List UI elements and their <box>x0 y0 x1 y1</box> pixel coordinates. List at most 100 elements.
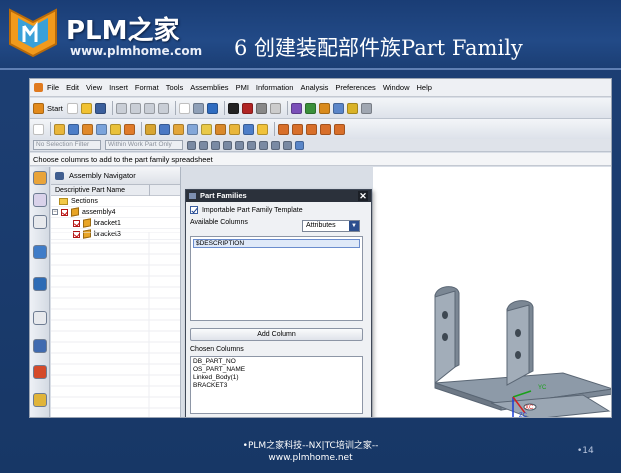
menu-insert[interactable]: Insert <box>109 83 128 92</box>
web-browser-icon[interactable] <box>33 277 47 291</box>
importable-template-checkbox[interactable] <box>190 206 198 215</box>
start-icon[interactable] <box>33 102 44 114</box>
roles-icon[interactable] <box>33 365 47 379</box>
analysis-icon[interactable] <box>304 102 316 114</box>
intersection-point-icon[interactable] <box>235 140 244 150</box>
menu-view[interactable]: View <box>86 83 102 92</box>
assembly-scope-select[interactable]: Within Work Part Only <box>105 140 183 150</box>
tree-item-bracket1[interactable]: bracket1 <box>51 218 180 229</box>
arc-center-icon[interactable] <box>247 140 256 150</box>
chosen-columns-list[interactable]: DB_PART_NO OS_PART_NAME Linked_Body(1) B… <box>190 356 363 414</box>
system-scenes-icon[interactable] <box>33 393 47 407</box>
assembly-icon[interactable] <box>318 102 330 114</box>
list-item[interactable]: DB_PART_NO <box>193 358 360 366</box>
chevron-down-icon[interactable]: ▼ <box>349 221 359 231</box>
extrude-icon[interactable] <box>54 123 65 135</box>
part-navigator-icon[interactable] <box>33 215 47 229</box>
mirror-icon[interactable] <box>292 123 303 135</box>
hole-icon[interactable] <box>82 123 93 135</box>
tree-item-assembly4[interactable]: − assembly4 <box>51 207 180 218</box>
wcs-icon[interactable] <box>290 102 302 114</box>
render-style-icon[interactable] <box>227 102 239 114</box>
cut-icon[interactable] <box>115 102 127 114</box>
collapse-icon[interactable]: − <box>52 209 58 215</box>
mid-point-icon[interactable] <box>211 140 220 150</box>
column-divider[interactable] <box>149 185 150 196</box>
bracket-assembly-model[interactable] <box>373 167 612 418</box>
constraint-navigator-icon[interactable] <box>33 193 47 207</box>
quadrant-point-icon[interactable] <box>259 140 268 150</box>
menu-file[interactable]: File <box>47 83 59 92</box>
edge-blend-icon[interactable] <box>145 123 156 135</box>
list-item[interactable]: BRACKET3 <box>193 382 360 390</box>
graphics-window[interactable]: ZC <box>373 167 612 418</box>
selection-filter-select[interactable]: No Selection Filter <box>33 140 101 150</box>
trim-body-icon[interactable] <box>215 123 226 135</box>
menu-tools[interactable]: Tools <box>166 83 184 92</box>
menu-assemblies[interactable]: Assemblies <box>190 83 228 92</box>
menu-window[interactable]: Window <box>383 83 410 92</box>
pattern-icon[interactable] <box>278 123 289 135</box>
reuse-library-icon[interactable] <box>33 245 47 259</box>
measure-icon[interactable] <box>346 102 358 114</box>
snap-point-icon[interactable] <box>187 140 196 150</box>
shell-icon[interactable] <box>187 123 198 135</box>
add-column-button[interactable]: Add Column <box>190 328 363 341</box>
point-on-curve-icon[interactable] <box>283 140 292 150</box>
importable-template-row[interactable]: Importable Part Family Template <box>190 205 367 217</box>
list-item[interactable]: $DESCRIPTION <box>193 239 360 248</box>
paste-icon[interactable] <box>143 102 155 114</box>
column-type-dropdown[interactable]: Attributes ▼ <box>302 220 360 232</box>
boolean-subtract-icon[interactable] <box>243 123 254 135</box>
column-header-descriptive-part-name[interactable]: Descriptive Part Name <box>51 185 180 196</box>
control-point-icon[interactable] <box>223 140 232 150</box>
available-columns-list[interactable]: $DESCRIPTION <box>190 236 363 321</box>
undo-icon[interactable] <box>157 102 169 114</box>
datum-plane-icon[interactable] <box>306 123 317 135</box>
system-materials-icon[interactable] <box>33 339 47 353</box>
list-item[interactable]: OS_PART_NAME <box>193 366 360 374</box>
layer-icon[interactable] <box>241 102 253 114</box>
sketch-icon[interactable] <box>33 123 44 135</box>
shaded-view-icon[interactable] <box>206 102 218 114</box>
visibility-checkbox[interactable] <box>61 209 68 216</box>
menu-pmi[interactable]: PMI <box>236 83 249 92</box>
save-icon[interactable] <box>94 102 106 114</box>
point-on-surface-icon[interactable] <box>295 140 304 150</box>
menu-format[interactable]: Format <box>135 83 159 92</box>
boolean-intersect-icon[interactable] <box>257 123 268 135</box>
menu-analysis[interactable]: Analysis <box>300 83 328 92</box>
menu-help[interactable]: Help <box>417 83 432 92</box>
chamfer-icon[interactable] <box>159 123 170 135</box>
rotate-icon[interactable] <box>192 102 204 114</box>
offset-face-icon[interactable] <box>201 123 212 135</box>
menu-edit[interactable]: Edit <box>66 83 79 92</box>
copy-icon[interactable] <box>129 102 141 114</box>
edge-display-icon[interactable] <box>255 102 267 114</box>
tools-icon[interactable] <box>360 102 372 114</box>
start-button[interactable]: Start <box>47 104 63 113</box>
datum-axis-icon[interactable] <box>320 123 331 135</box>
open-folder-icon[interactable] <box>80 102 92 114</box>
component-icon[interactable] <box>332 102 344 114</box>
assembly-navigator-icon[interactable] <box>33 171 47 185</box>
new-file-icon[interactable] <box>66 102 78 114</box>
dialog-title-bar[interactable]: Part Families ✕ <box>186 190 371 202</box>
face-display-icon[interactable] <box>269 102 281 114</box>
history-icon[interactable] <box>33 311 47 325</box>
menu-preferences[interactable]: Preferences <box>335 83 375 92</box>
boolean-unite-icon[interactable] <box>229 123 240 135</box>
pocket-icon[interactable] <box>110 123 121 135</box>
menu-information[interactable]: Information <box>256 83 294 92</box>
pad-icon[interactable] <box>124 123 135 135</box>
boss-icon[interactable] <box>96 123 107 135</box>
existing-point-icon[interactable] <box>271 140 280 150</box>
navigator-pin-icon[interactable] <box>55 172 64 180</box>
fit-view-icon[interactable] <box>178 102 190 114</box>
datum-csys-icon[interactable] <box>334 123 345 135</box>
revolve-icon[interactable] <box>68 123 79 135</box>
end-point-icon[interactable] <box>199 140 208 150</box>
list-item[interactable]: Linked_Body(1) <box>193 374 360 382</box>
draft-icon[interactable] <box>173 123 184 135</box>
close-icon[interactable]: ✕ <box>358 191 368 201</box>
